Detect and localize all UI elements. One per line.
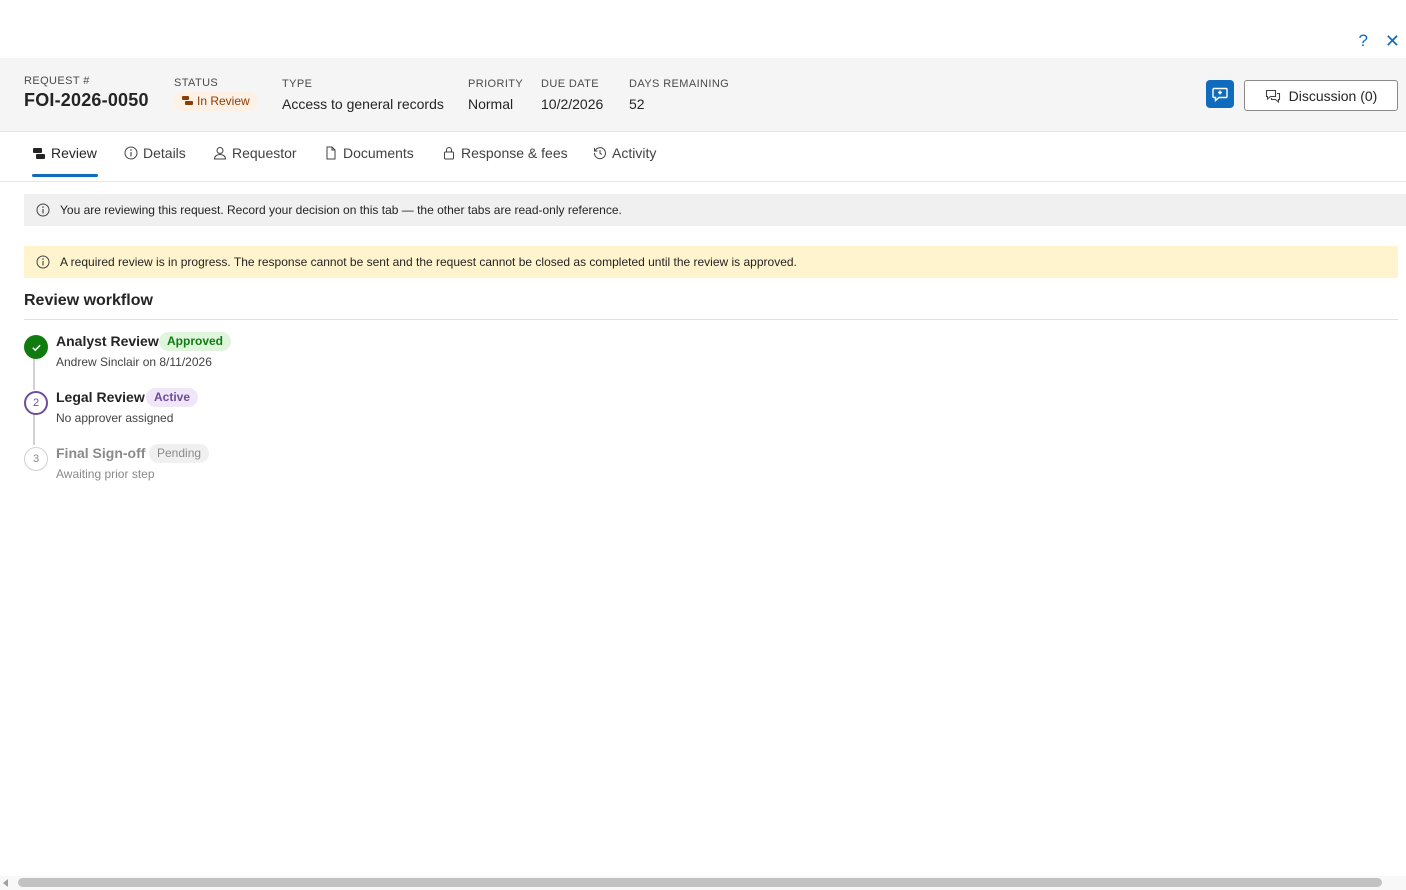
step-name: Analyst Review bbox=[56, 333, 159, 349]
info-icon bbox=[36, 203, 50, 217]
tab-label: Activity bbox=[612, 145, 657, 161]
request-number-value: FOI-2026-0050 bbox=[24, 90, 149, 110]
type-label: TYPE bbox=[282, 78, 313, 90]
priority-value: Normal bbox=[468, 96, 514, 112]
workflow-step-analyst-review: Analyst Review Approved Andrew Sinclair … bbox=[24, 332, 424, 382]
tab-label: Review bbox=[51, 145, 97, 161]
workflow-step-legal-review: 2 Legal Review Active No approver assign… bbox=[24, 388, 424, 438]
step-detail: Awaiting prior step bbox=[56, 467, 155, 481]
checkmark-icon bbox=[31, 344, 41, 351]
status-field: STATUS In Review bbox=[174, 77, 258, 111]
type-field: TYPE Access to general records bbox=[282, 78, 444, 112]
status-label: STATUS bbox=[174, 77, 219, 89]
status-value: In Review bbox=[197, 94, 250, 108]
tab-bar: Review Details Requestor Documents Respo… bbox=[0, 132, 1406, 182]
section-divider bbox=[24, 319, 1398, 320]
tab-label: Documents bbox=[343, 145, 414, 161]
due-date-label: DUE DATE bbox=[541, 78, 600, 90]
step-name: Legal Review bbox=[56, 389, 145, 405]
step-name: Final Sign-off bbox=[56, 445, 146, 461]
discussion-button[interactable]: Discussion (0) bbox=[1244, 80, 1398, 111]
step-number-marker: 3 bbox=[24, 447, 48, 471]
document-icon bbox=[326, 146, 336, 160]
days-remaining-value: 52 bbox=[629, 96, 645, 112]
days-remaining-label: DAYS REMAINING bbox=[629, 78, 730, 90]
tab-review[interactable]: Review bbox=[32, 145, 98, 181]
step-complete-marker bbox=[24, 335, 48, 359]
info-banner-text: You are reviewing this request. Record y… bbox=[60, 203, 622, 217]
discussion-icon bbox=[1265, 89, 1280, 103]
top-bar: ? ✕ bbox=[0, 0, 1406, 58]
step-detail: No approver assigned bbox=[56, 411, 174, 425]
status-badge: Pending bbox=[149, 444, 210, 463]
workflow-step-final-sign-off: 3 Final Sign-off Pending Awaiting prior … bbox=[24, 444, 424, 494]
person-icon bbox=[213, 147, 227, 160]
request-number-label: REQUEST # bbox=[24, 75, 90, 87]
tab-label: Details bbox=[143, 145, 186, 161]
tab-documents[interactable]: Documents bbox=[324, 145, 414, 181]
history-icon bbox=[593, 147, 606, 160]
chat-icon bbox=[1212, 87, 1228, 102]
chat-button[interactable] bbox=[1206, 80, 1234, 108]
priority-field: PRIORITY Normal bbox=[468, 78, 523, 112]
review-icon bbox=[182, 96, 193, 105]
discussion-label: Discussion (0) bbox=[1288, 87, 1378, 104]
priority-label: PRIORITY bbox=[468, 78, 524, 90]
days-remaining-field: DAYS REMAINING 52 bbox=[629, 78, 729, 112]
info-icon bbox=[124, 146, 138, 160]
review-icon bbox=[33, 148, 45, 159]
step-detail: Andrew Sinclair on 8/11/2026 bbox=[56, 355, 212, 369]
due-date-value: 10/2/2026 bbox=[541, 96, 604, 112]
status-badge: In Review bbox=[174, 92, 258, 111]
scrollbar-thumb[interactable] bbox=[18, 878, 1382, 887]
type-value: Access to general records bbox=[282, 96, 444, 112]
due-date-field: DUE DATE 10/2/2026 bbox=[541, 78, 603, 112]
scroll-left-icon[interactable] bbox=[3, 879, 8, 887]
tab-label: Requestor bbox=[232, 145, 297, 161]
status-badge: Active bbox=[146, 388, 199, 407]
tab-requestor[interactable]: Requestor bbox=[213, 145, 297, 181]
info-banner: You are reviewing this request. Record y… bbox=[24, 194, 1406, 226]
close-icon[interactable]: ✕ bbox=[1385, 30, 1400, 52]
warning-banner: A required review is in progress. The re… bbox=[24, 246, 1398, 278]
tab-details[interactable]: Details bbox=[124, 145, 186, 181]
warning-banner-text: A required review is in progress. The re… bbox=[60, 255, 797, 269]
request-header: REQUEST # FOI-2026-0050 STATUS In Review… bbox=[0, 58, 1406, 132]
step-number-marker: 2 bbox=[24, 391, 48, 415]
help-icon[interactable]: ? bbox=[1359, 30, 1368, 52]
info-icon bbox=[36, 255, 50, 269]
horizontal-scrollbar[interactable] bbox=[0, 876, 1406, 890]
tab-label: Response & fees bbox=[461, 145, 568, 161]
request-number-field: REQUEST # FOI-2026-0050 bbox=[24, 75, 149, 111]
section-title: Review workflow bbox=[24, 292, 153, 309]
tab-activity[interactable]: Activity bbox=[593, 145, 656, 181]
lock-icon bbox=[444, 147, 454, 160]
status-badge: Approved bbox=[159, 332, 232, 351]
tab-response-fees[interactable]: Response & fees bbox=[442, 145, 568, 181]
